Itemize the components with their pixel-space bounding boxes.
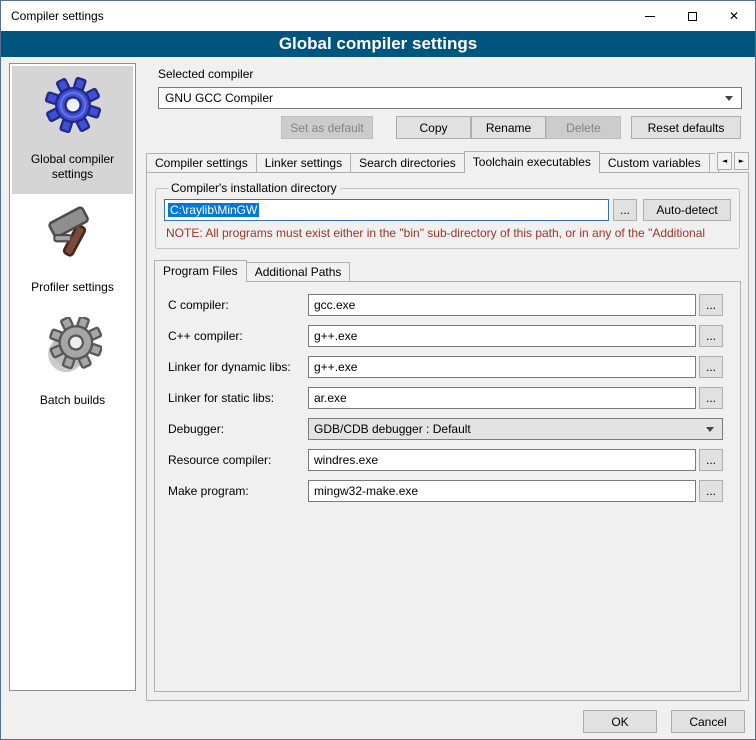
sidebar-item-global-compiler-settings[interactable]: Global compiler settings bbox=[12, 66, 133, 194]
compiler-select[interactable]: GNU GCC Compiler bbox=[158, 87, 742, 109]
toolchain-executables-panel: Compiler's installation directory C:\ray… bbox=[146, 172, 749, 701]
minimize-button[interactable] bbox=[629, 1, 671, 31]
copy-button[interactable]: Copy bbox=[396, 116, 471, 139]
c-compiler-browse-button[interactable]: ... bbox=[699, 294, 723, 316]
field-row: Resource compiler: windres.exe ... bbox=[168, 449, 723, 471]
install-dir-group: Compiler's installation directory C:\ray… bbox=[155, 181, 740, 249]
blue-gear-icon bbox=[44, 76, 102, 134]
sidebar-item-label: Batch builds bbox=[40, 393, 105, 408]
install-dir-row: C:\raylib\MinGW ... Auto-detect bbox=[164, 199, 731, 221]
install-dir-selected-text: C:\raylib\MinGW bbox=[168, 203, 259, 217]
resource-compiler-input[interactable]: windres.exe bbox=[308, 449, 696, 471]
dialog-header-title: Global compiler settings bbox=[1, 31, 755, 57]
resource-compiler-browse-button[interactable]: ... bbox=[699, 449, 723, 471]
debugger-select[interactable]: GDB/CDB debugger : Default bbox=[308, 418, 723, 440]
field-row: Linker for dynamic libs: g++.exe ... bbox=[168, 356, 723, 378]
install-dir-browse-button[interactable]: ... bbox=[613, 199, 637, 221]
make-program-input[interactable]: mingw32-make.exe bbox=[308, 480, 696, 502]
ok-button[interactable]: OK bbox=[583, 710, 657, 733]
linker-static-input[interactable]: ar.exe bbox=[308, 387, 696, 409]
linker-dynamic-input[interactable]: g++.exe bbox=[308, 356, 696, 378]
close-icon: ✕ bbox=[729, 9, 739, 23]
cpp-compiler-value: g++.exe bbox=[314, 329, 357, 343]
tab-scroll-left-icon[interactable]: ◄ bbox=[717, 152, 732, 170]
linker-dynamic-browse-button[interactable]: ... bbox=[699, 356, 723, 378]
close-button[interactable]: ✕ bbox=[713, 1, 755, 31]
dialog-footer: OK Cancel bbox=[583, 710, 745, 733]
set-as-default-button: Set as default bbox=[281, 116, 373, 139]
linker-static-value: ar.exe bbox=[314, 391, 347, 405]
tab-linker-settings[interactable]: Linker settings bbox=[256, 153, 351, 172]
resource-compiler-label: Resource compiler: bbox=[168, 453, 308, 467]
rename-button[interactable]: Rename bbox=[471, 116, 546, 139]
field-row: Debugger: GDB/CDB debugger : Default bbox=[168, 418, 723, 440]
maximize-button[interactable] bbox=[671, 1, 713, 31]
minimize-icon bbox=[645, 16, 655, 17]
chevron-down-icon bbox=[706, 427, 714, 432]
compiler-settings-dialog: Compiler settings ✕ Global compiler sett… bbox=[0, 0, 756, 740]
reset-defaults-button[interactable]: Reset defaults bbox=[631, 116, 741, 139]
compiler-actions: Set as default Copy Rename Delete Reset … bbox=[158, 116, 742, 139]
resource-compiler-value: windres.exe bbox=[314, 453, 378, 467]
sidebar-item-label: Profiler settings bbox=[31, 280, 114, 295]
tab-toolchain-executables[interactable]: Toolchain executables bbox=[464, 151, 600, 173]
settings-category-list: Global compiler settings Profiler settin… bbox=[9, 63, 136, 691]
field-row: Make program: mingw32-make.exe ... bbox=[168, 480, 723, 502]
make-program-label: Make program: bbox=[168, 484, 308, 498]
maximize-icon bbox=[688, 12, 697, 21]
linker-static-label: Linker for static libs: bbox=[168, 391, 308, 405]
selected-compiler-label: Selected compiler bbox=[158, 67, 749, 81]
profiler-icon bbox=[44, 204, 102, 262]
linker-dynamic-label: Linker for dynamic libs: bbox=[168, 360, 308, 374]
install-dir-group-title: Compiler's installation directory bbox=[168, 181, 340, 195]
autodetect-button[interactable]: Auto-detect bbox=[643, 199, 731, 221]
main-content: Selected compiler GNU GCC Compiler Set a… bbox=[146, 65, 749, 701]
debugger-label: Debugger: bbox=[168, 422, 308, 436]
tab-program-files[interactable]: Program Files bbox=[154, 260, 247, 282]
debugger-select-value: GDB/CDB debugger : Default bbox=[314, 422, 471, 436]
make-program-value: mingw32-make.exe bbox=[314, 484, 418, 498]
delete-button: Delete bbox=[546, 116, 621, 139]
sidebar-item-label: Global compiler settings bbox=[14, 152, 131, 182]
gray-gears-icon bbox=[44, 317, 102, 375]
sidebar-item-profiler-settings[interactable]: Profiler settings bbox=[12, 194, 133, 307]
linker-static-browse-button[interactable]: ... bbox=[699, 387, 723, 409]
tab-additional-paths[interactable]: Additional Paths bbox=[246, 262, 351, 281]
field-row: C++ compiler: g++.exe ... bbox=[168, 325, 723, 347]
cpp-compiler-browse-button[interactable]: ... bbox=[699, 325, 723, 347]
cancel-button[interactable]: Cancel bbox=[671, 710, 745, 733]
window-title: Compiler settings bbox=[1, 9, 629, 23]
cpp-compiler-input[interactable]: g++.exe bbox=[308, 325, 696, 347]
field-row: C compiler: gcc.exe ... bbox=[168, 294, 723, 316]
install-dir-note: NOTE: All programs must exist either in … bbox=[166, 226, 729, 240]
c-compiler-input[interactable]: gcc.exe bbox=[308, 294, 696, 316]
program-tabs: Program Files Additional Paths bbox=[154, 259, 748, 281]
field-row: Linker for static libs: ar.exe ... bbox=[168, 387, 723, 409]
linker-dynamic-value: g++.exe bbox=[314, 360, 357, 374]
settings-tabs: Compiler settings Linker settings Search… bbox=[146, 150, 749, 172]
tab-compiler-settings[interactable]: Compiler settings bbox=[146, 153, 257, 172]
cpp-compiler-label: C++ compiler: bbox=[168, 329, 308, 343]
program-files-panel: C compiler: gcc.exe ... C++ compiler: g+… bbox=[154, 281, 741, 692]
dialog-body: Global compiler settings Profiler settin… bbox=[1, 57, 755, 740]
c-compiler-value: gcc.exe bbox=[314, 298, 355, 312]
tab-search-directories[interactable]: Search directories bbox=[350, 153, 465, 172]
tab-custom-variables[interactable]: Custom variables bbox=[599, 153, 710, 172]
install-dir-input[interactable]: C:\raylib\MinGW bbox=[164, 199, 609, 221]
compiler-select-value: GNU GCC Compiler bbox=[165, 91, 273, 105]
tab-scroll-arrows: ◄ ► bbox=[715, 152, 749, 170]
c-compiler-label: C compiler: bbox=[168, 298, 308, 312]
tab-scroll-right-icon[interactable]: ► bbox=[734, 152, 749, 170]
chevron-down-icon bbox=[725, 96, 733, 101]
sidebar-item-batch-builds[interactable]: Batch builds bbox=[12, 307, 133, 420]
make-program-browse-button[interactable]: ... bbox=[699, 480, 723, 502]
titlebar: Compiler settings ✕ bbox=[1, 1, 755, 31]
